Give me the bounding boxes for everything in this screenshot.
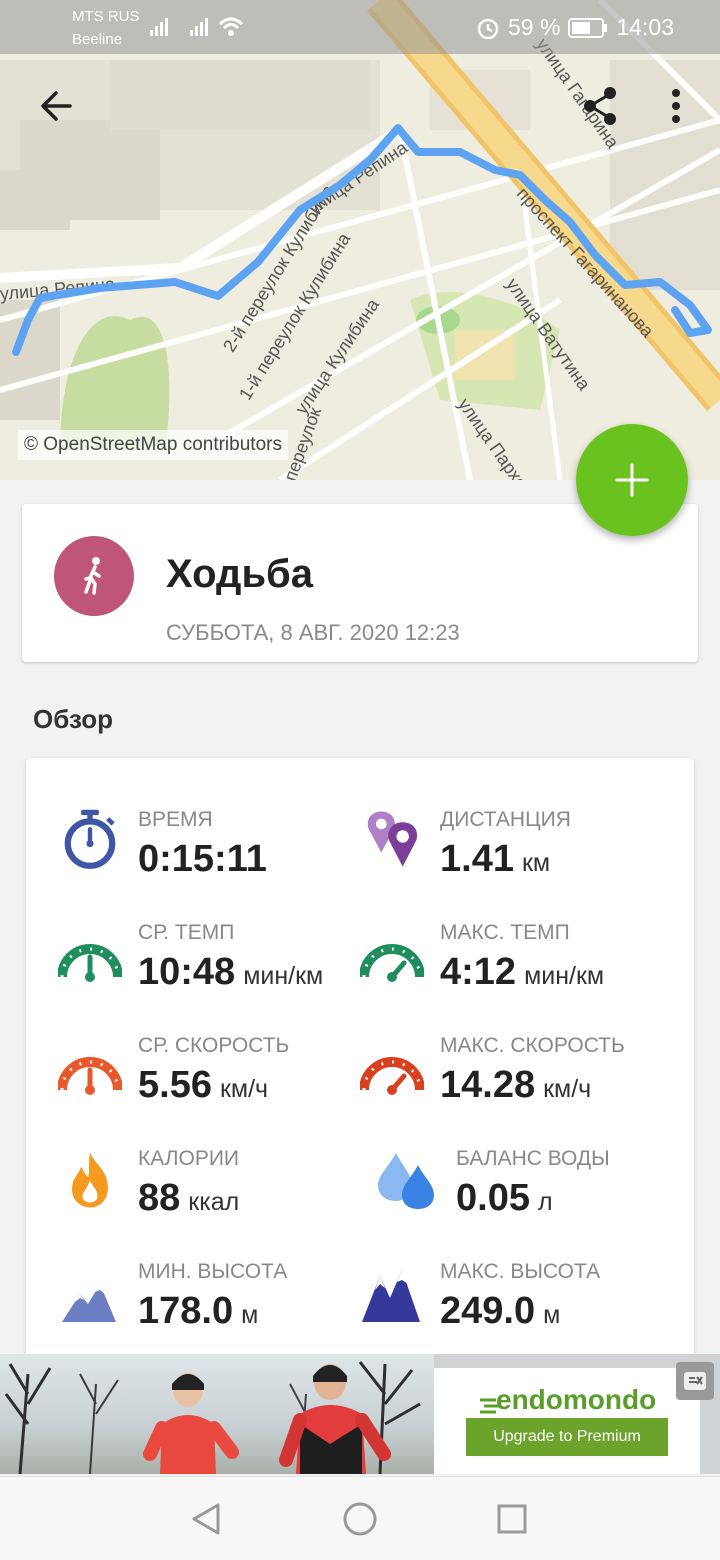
- route-track: [12, 124, 712, 356]
- water-drops-icon: [378, 1153, 434, 1209]
- carrier-name: Beeline: [72, 31, 123, 48]
- plus-icon: [615, 463, 649, 497]
- stat-value: 0:15:11: [138, 838, 267, 880]
- ad-banner[interactable]: endomondo Upgrade to Premium: [0, 1354, 720, 1474]
- more-options-button[interactable]: [648, 78, 704, 134]
- ad-brand-name: endomondo: [496, 1384, 657, 1415]
- max-pace-gauge-icon: [360, 944, 424, 982]
- stat-label: СР. СКОРОСТЬ: [138, 1034, 290, 1057]
- clock: 14:03: [616, 14, 674, 40]
- stat-value: 14.28 км/ч: [440, 1064, 592, 1106]
- stat-label: СР. ТЕМП: [138, 921, 235, 944]
- stat-label: ВРЕМЯ: [138, 808, 213, 831]
- nav-home-icon: [343, 1502, 377, 1536]
- route-map[interactable]: улица Репина улица Репина 2-й переулок К…: [0, 0, 720, 480]
- ad-close-icon: [684, 1372, 706, 1390]
- stat-value: 249.0 м: [440, 1290, 561, 1332]
- sport-title: Ходьба: [166, 552, 313, 596]
- add-button[interactable]: [576, 424, 688, 536]
- status-bar: MTS RUS Beeline 59 % 14:03: [0, 0, 720, 54]
- alarm-icon: [477, 18, 499, 39]
- ad-photo: [0, 1354, 434, 1474]
- stopwatch-icon: [64, 809, 116, 869]
- stat-value: 4:12 мин/км: [440, 951, 605, 993]
- battery-icon: [568, 17, 608, 38]
- map-pin-icon: [367, 811, 418, 867]
- stat-label: МАКС. ВЫСОТА: [440, 1260, 601, 1283]
- mountain-high-icon: [362, 1270, 420, 1322]
- workout-header-card: Ходьба СУББОТА, 8 АВГ. 2020 12:23: [22, 504, 698, 662]
- share-icon: [584, 87, 616, 125]
- nav-home-button[interactable]: [338, 1497, 382, 1541]
- system-navigation-bar: [0, 1476, 720, 1560]
- walking-person-icon: [84, 557, 101, 595]
- map-attribution: © OpenStreetMap contributors: [18, 430, 288, 460]
- overview-stats-card: ВРЕМЯ 0:15:11 ДИСТАНЦИЯ 1.41 км СР. ТЕМП …: [26, 758, 694, 1378]
- max-speed-gauge-icon: [360, 1057, 424, 1095]
- back-button[interactable]: [28, 78, 84, 134]
- ad-close-button[interactable]: [676, 1362, 714, 1400]
- stat-value: 10:48 мин/км: [138, 951, 324, 993]
- nav-back-icon: [192, 1503, 220, 1535]
- avg-pace-gauge-icon: [58, 944, 122, 982]
- mountain-low-icon: [62, 1284, 116, 1322]
- nav-recents-button[interactable]: [490, 1497, 534, 1541]
- nav-recents-icon: [497, 1504, 527, 1534]
- flame-icon: [71, 1152, 109, 1208]
- sport-avatar: [54, 536, 134, 616]
- arrow-left-icon: [41, 91, 72, 121]
- battery-percent: 59 %: [508, 14, 561, 40]
- stat-label: МИН. ВЫСОТА: [138, 1260, 288, 1283]
- carrier-name: MTS RUS: [72, 8, 140, 25]
- stat-label: МАКС. СКОРОСТЬ: [440, 1034, 625, 1057]
- stat-value: 0.05 л: [456, 1177, 553, 1219]
- overview-heading: Обзор: [33, 704, 113, 734]
- stat-value: 88 ккал: [138, 1177, 240, 1219]
- share-button[interactable]: [572, 78, 628, 134]
- ad-content: endomondo Upgrade to Premium: [434, 1368, 700, 1474]
- avg-speed-gauge-icon: [58, 1057, 122, 1095]
- stat-label: КАЛОРИИ: [138, 1147, 240, 1170]
- stat-value: 178.0 м: [138, 1290, 259, 1332]
- signal-icon: [190, 18, 208, 36]
- nav-back-button[interactable]: [184, 1497, 228, 1541]
- stat-label: БАЛАНС ВОДЫ: [456, 1147, 610, 1170]
- ad-runners-illustration: [4, 1361, 421, 1474]
- stat-value: 1.41 км: [440, 838, 551, 880]
- stat-label: МАКС. ТЕМП: [440, 921, 570, 944]
- stat-label: ДИСТАНЦИЯ: [440, 808, 571, 831]
- signal-icon: [150, 18, 168, 36]
- wifi-icon: [218, 17, 244, 36]
- more-vertical-icon: [672, 89, 680, 123]
- stat-value: 5.56 км/ч: [138, 1064, 269, 1106]
- workout-date: СУББОТА, 8 АВГ. 2020 12:23: [166, 620, 460, 645]
- upgrade-premium-button[interactable]: Upgrade to Premium: [466, 1418, 668, 1456]
